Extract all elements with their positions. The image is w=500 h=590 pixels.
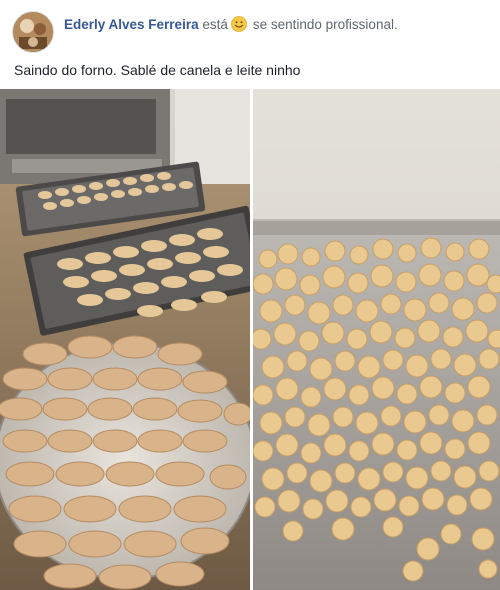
photo-cookies-trays[interactable] <box>0 89 250 590</box>
post-headline: Ederly Alves Ferreira está se sentindo pr… <box>64 16 398 34</box>
post-photos <box>0 89 500 590</box>
author-name-link[interactable]: Ederly Alves Ferreira <box>64 17 199 32</box>
post-header: Ederly Alves Ferreira está se sentindo pr… <box>12 10 398 54</box>
smiley-emoji-icon <box>230 16 247 32</box>
photo-cookies-pan[interactable] <box>253 89 500 590</box>
facebook-post: Ederly Alves Ferreira está se sentindo pr… <box>0 0 500 590</box>
feeling-text: se sentindo profissional. <box>252 17 398 32</box>
post-caption: Saindo do forno. Sablé de canela e leite… <box>14 62 301 78</box>
author-avatar[interactable] <box>12 11 54 53</box>
feeling-verb: está <box>202 17 228 32</box>
